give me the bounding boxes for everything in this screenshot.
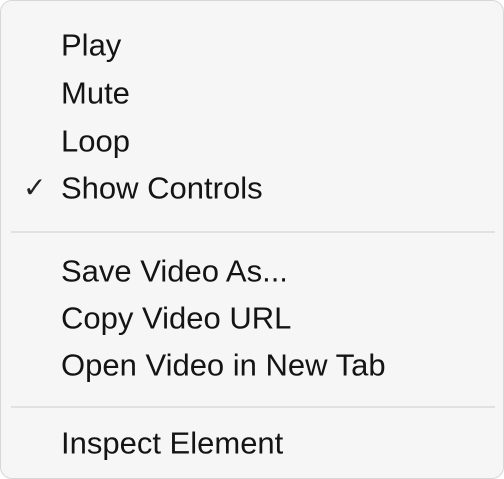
menu-item-label: Show Controls xyxy=(61,170,263,206)
menu-item-loop[interactable]: Loop xyxy=(1,117,503,165)
menu-item-label: Mute xyxy=(61,75,130,111)
menu-item-label: Loop xyxy=(61,123,130,159)
menu-item-label: Inspect Element xyxy=(61,425,284,461)
menu-item-open-video-in-new-tab[interactable]: Open Video in New Tab xyxy=(1,341,503,389)
menu-item-play[interactable]: Play xyxy=(1,21,503,69)
menu-item-copy-video-url[interactable]: Copy Video URL xyxy=(1,294,503,342)
menu-separator xyxy=(11,406,495,408)
menu-item-inspect-element[interactable]: Inspect Element xyxy=(1,419,503,467)
menu-item-label: Play xyxy=(61,27,122,63)
video-context-menu: Play Mute Loop ✓ Show Controls Save Vide… xyxy=(0,0,504,479)
menu-separator xyxy=(11,231,495,233)
menu-item-label: Copy Video URL xyxy=(61,300,292,336)
menu-item-show-controls[interactable]: ✓ Show Controls xyxy=(1,164,503,212)
menu-item-label: Save Video As... xyxy=(61,253,288,289)
menu-item-mute[interactable]: Mute xyxy=(1,69,503,117)
menu-item-label: Open Video in New Tab xyxy=(61,347,386,383)
checkmark-icon: ✓ xyxy=(23,172,47,203)
menu-item-save-video-as[interactable]: Save Video As... xyxy=(1,247,503,295)
